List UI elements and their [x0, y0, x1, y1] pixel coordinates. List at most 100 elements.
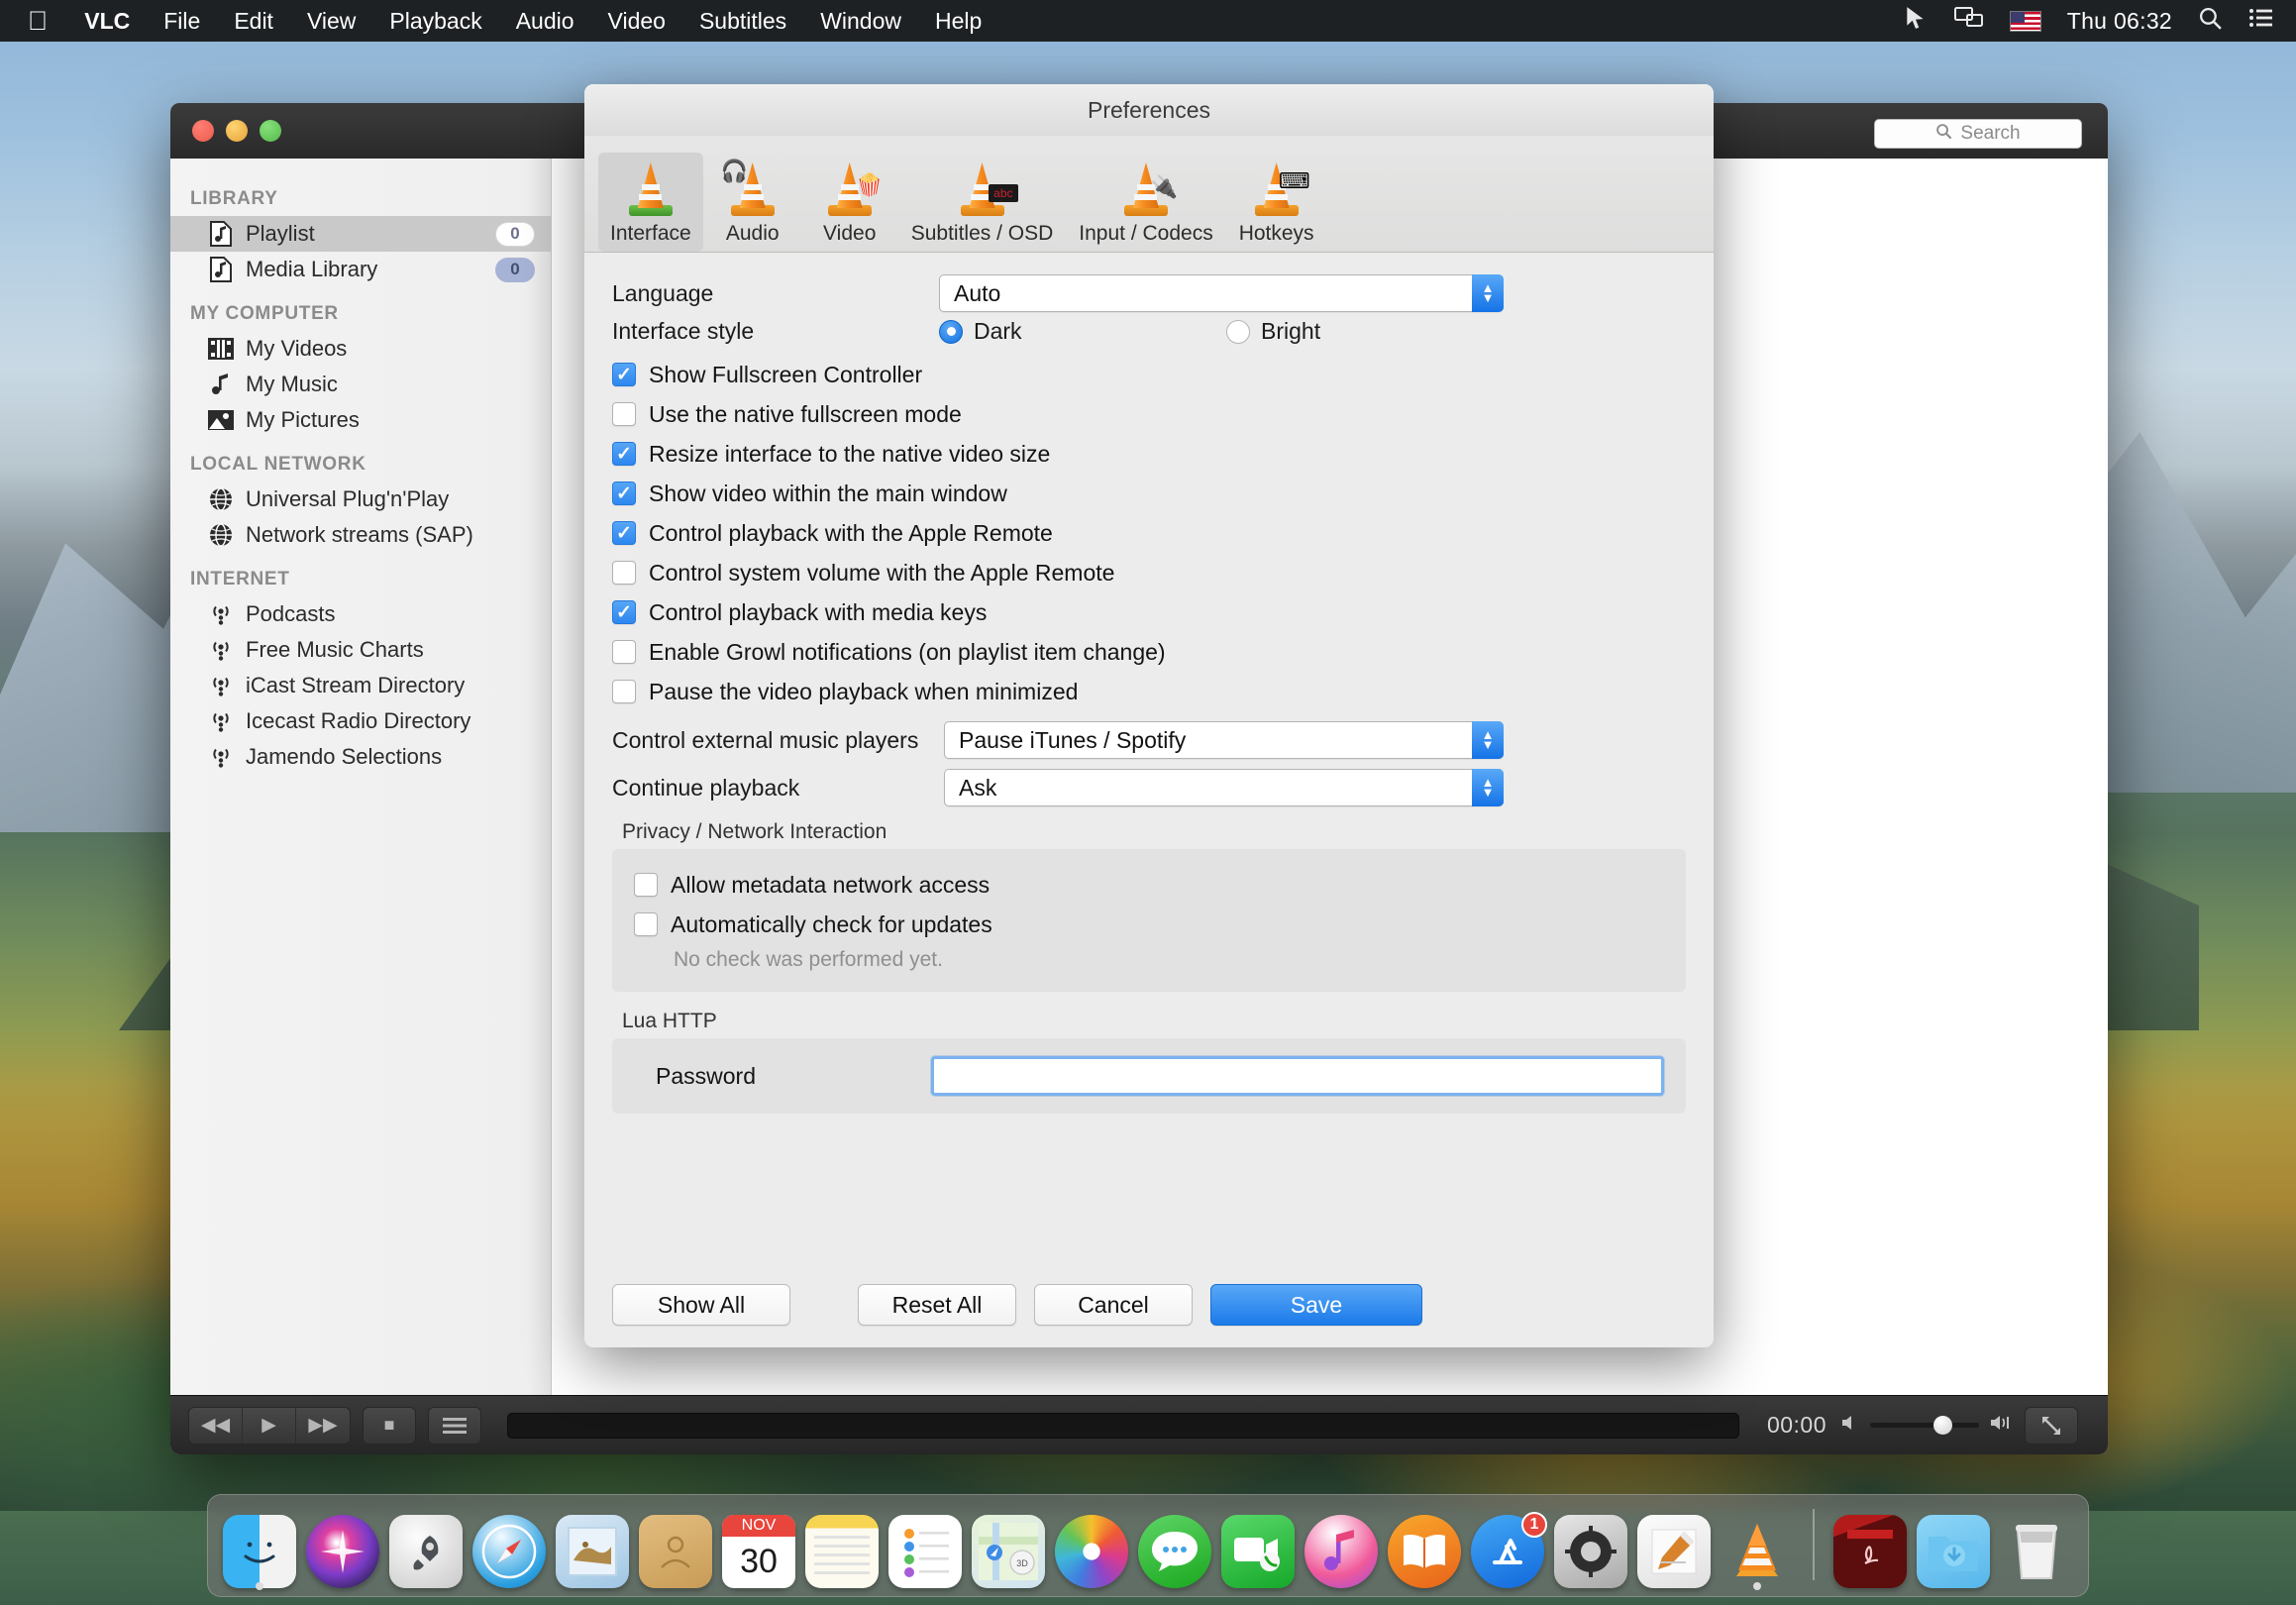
menu-item-file[interactable]: File	[147, 0, 217, 42]
pointer-capture-icon[interactable]	[1903, 5, 1929, 37]
sidebar-item-icecast-radio-directory[interactable]: Icecast Radio Directory	[170, 703, 551, 739]
chevron-updown-icon[interactable]: ▲ ▼	[1472, 721, 1504, 759]
radio-option-dark[interactable]: Dark	[939, 318, 1226, 345]
checkbox-use-the-native-fullscreen-mode[interactable]: Use the native fullscreen mode	[612, 394, 1686, 434]
dock-item-books[interactable]	[1385, 1501, 1464, 1588]
checkbox-box[interactable]	[612, 363, 636, 386]
menu-item-audio[interactable]: Audio	[499, 0, 591, 42]
show-all-button[interactable]: Show All	[612, 1284, 790, 1326]
dock-item-finder[interactable]	[220, 1501, 299, 1590]
notification-center-icon[interactable]	[2248, 7, 2274, 35]
prefs-tab-interface[interactable]: Interface	[598, 153, 703, 252]
checkbox-enable-growl-notifications-on-playlist-item-change[interactable]: Enable Growl notifications (on playlist …	[612, 632, 1686, 672]
prefs-tab-audio[interactable]: 🎧 Audio	[705, 153, 800, 252]
external-players-select[interactable]: Pause iTunes / Spotify ▲ ▼	[944, 721, 1504, 759]
volume-slider[interactable]	[1870, 1416, 1979, 1435]
dock-item-downloads-folder[interactable]	[1914, 1501, 1993, 1588]
dock-item-launchpad[interactable]	[386, 1501, 466, 1588]
sidebar-item-free-music-charts[interactable]: Free Music Charts	[170, 632, 551, 668]
menu-item-vlc[interactable]: VLC	[67, 0, 147, 42]
spotlight-search-icon[interactable]	[2198, 6, 2223, 37]
menu-item-subtitles[interactable]: Subtitles	[682, 0, 803, 42]
prefs-tab-video[interactable]: 🍿 Video	[802, 153, 897, 252]
fullscreen-icon[interactable]	[2025, 1406, 2078, 1444]
preferences-title-bar[interactable]: Preferences	[584, 84, 1714, 136]
checkbox-control-system-volume-with-the-apple-remote[interactable]: Control system volume with the Apple Rem…	[612, 553, 1686, 592]
search-input[interactable]: Search	[1874, 119, 2082, 149]
menu-bar-clock[interactable]: Thu 06:32	[2067, 8, 2172, 35]
checkbox-box[interactable]	[612, 640, 636, 664]
checkbox-box[interactable]	[612, 600, 636, 624]
dock-item-facetime[interactable]	[1218, 1501, 1298, 1588]
checkbox-auto-updates[interactable]: Automatically check for updates	[634, 905, 1664, 944]
volume-high-icon[interactable]	[1989, 1414, 2013, 1437]
seek-slider[interactable]	[507, 1412, 1739, 1439]
checkbox-show-fullscreen-controller[interactable]: Show Fullscreen Controller	[612, 355, 1686, 394]
radio-dark-indicator[interactable]	[939, 319, 963, 344]
sidebar-item-my-pictures[interactable]: My Pictures	[170, 402, 551, 438]
sidebar-item-media-library[interactable]: Media Library 0	[170, 252, 551, 287]
dock-item-itunes[interactable]	[1302, 1501, 1381, 1588]
checkbox-control-playback-with-media-keys[interactable]: Control playback with media keys	[612, 592, 1686, 632]
password-field[interactable]	[931, 1056, 1664, 1096]
prefs-tab-subtitles-osd[interactable]: abc Subtitles / OSD	[899, 153, 1066, 252]
checkbox-allow-metadata-box[interactable]	[634, 873, 658, 897]
reset-all-button[interactable]: Reset All	[858, 1284, 1016, 1326]
menu-item-view[interactable]: View	[290, 0, 372, 42]
sidebar-item-icast-stream-directory[interactable]: iCast Stream Directory	[170, 668, 551, 703]
screen-mirroring-icon[interactable]	[1953, 6, 1984, 36]
dock-item-system-preferences[interactable]	[1551, 1501, 1630, 1588]
checkbox-box[interactable]	[612, 680, 636, 703]
dock-item-vlc[interactable]	[1718, 1501, 1797, 1590]
dock-item-reminders[interactable]	[886, 1501, 965, 1588]
continue-playback-select[interactable]: Ask ▲ ▼	[944, 769, 1504, 806]
dock-item-messages[interactable]	[1135, 1501, 1214, 1588]
rewind-icon[interactable]: ◀◀	[189, 1407, 243, 1444]
close-window-button[interactable]	[192, 120, 214, 142]
sidebar-item-podcasts[interactable]: Podcasts	[170, 596, 551, 632]
sidebar-item-playlist[interactable]: Playlist 0	[170, 216, 551, 252]
chevron-updown-icon[interactable]: ▲ ▼	[1472, 769, 1504, 806]
sidebar-item-network-streams-sap[interactable]: Network streams (SAP)	[170, 517, 551, 553]
dock-item-calendar[interactable]: NOV 30	[719, 1501, 798, 1588]
stop-icon[interactable]: ■	[363, 1406, 416, 1444]
play-icon[interactable]: ▶	[243, 1407, 296, 1444]
sidebar-item-universal-plug-n-play[interactable]: Universal Plug'n'Play	[170, 482, 551, 517]
checkbox-box[interactable]	[612, 561, 636, 585]
fast-forward-icon[interactable]: ▶▶	[296, 1408, 350, 1444]
checkbox-box[interactable]	[612, 442, 636, 466]
menu-item-edit[interactable]: Edit	[217, 0, 290, 42]
dock-item-maps[interactable]: 3D	[969, 1501, 1048, 1588]
checkbox-show-video-within-the-main-window[interactable]: Show video within the main window	[612, 474, 1686, 513]
dock-item-safari[interactable]	[470, 1501, 549, 1588]
dock-item-siri[interactable]	[303, 1501, 382, 1588]
menu-item-playback[interactable]: Playback	[372, 0, 498, 42]
dock-item-trash[interactable]	[1997, 1501, 2076, 1588]
save-button[interactable]: Save	[1210, 1284, 1422, 1326]
dock-item-contacts[interactable]	[636, 1501, 715, 1588]
checkbox-box[interactable]	[612, 482, 636, 505]
checkbox-pause-the-video-playback-when-minimized[interactable]: Pause the video playback when minimized	[612, 672, 1686, 711]
checkbox-box[interactable]	[612, 521, 636, 545]
playlist-toggle-icon[interactable]	[428, 1406, 481, 1444]
sidebar-item-my-videos[interactable]: My Videos	[170, 331, 551, 367]
sidebar-item-jamendo-selections[interactable]: Jamendo Selections	[170, 739, 551, 775]
volume-slider-knob[interactable]	[1932, 1416, 1952, 1435]
menu-item-help[interactable]: Help	[918, 0, 998, 42]
dock-item-notes[interactable]	[802, 1501, 882, 1588]
dock-item-textedit[interactable]	[1634, 1501, 1714, 1588]
checkbox-resize-interface-to-the-native-video-size[interactable]: Resize interface to the native video siz…	[612, 434, 1686, 474]
chevron-updown-icon[interactable]: ▲ ▼	[1472, 274, 1504, 312]
checkbox-auto-updates-box[interactable]	[634, 912, 658, 936]
dock-item-photos[interactable]	[1052, 1501, 1131, 1588]
minimize-window-button[interactable]	[226, 120, 248, 142]
sidebar-item-my-music[interactable]: My Music	[170, 367, 551, 402]
apple-logo-icon[interactable]: 	[0, 2, 67, 40]
dock-item-adobe-acrobat[interactable]	[1830, 1501, 1910, 1588]
menu-item-video[interactable]: Video	[591, 0, 682, 42]
prefs-tab-hotkeys[interactable]: ⌨ Hotkeys	[1227, 153, 1326, 252]
checkbox-allow-metadata[interactable]: Allow metadata network access	[634, 865, 1664, 905]
maximize-window-button[interactable]	[260, 120, 281, 142]
us-flag-icon[interactable]	[2009, 10, 2041, 32]
radio-bright-indicator[interactable]	[1226, 319, 1250, 344]
